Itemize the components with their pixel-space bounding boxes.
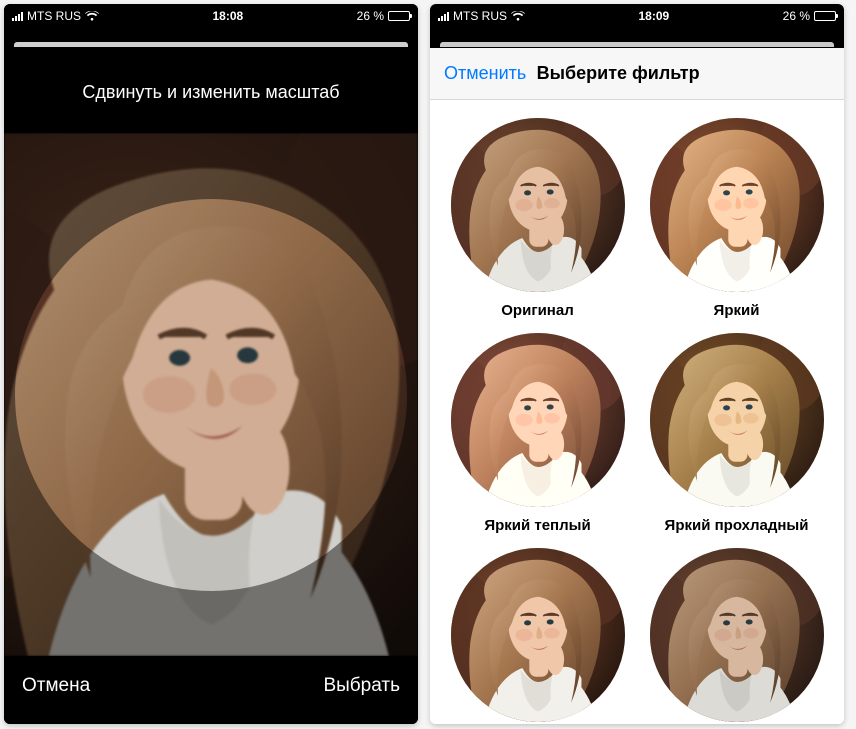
- wifi-icon: [85, 11, 99, 21]
- sheet-grabber[interactable]: [4, 28, 418, 48]
- filter-option[interactable]: Яркий прохладный: [643, 333, 830, 534]
- battery-icon: [814, 11, 836, 21]
- filter-label: Яркий теплый: [444, 517, 631, 534]
- carrier-label: MTS RUS: [453, 9, 507, 23]
- cancel-button[interactable]: Отмена: [22, 675, 90, 697]
- filter-option[interactable]: Оригинал: [444, 118, 631, 319]
- filter-option[interactable]: Яркий теплый: [444, 333, 631, 534]
- crop-viewport[interactable]: [4, 133, 418, 656]
- filter-screen: MTS RUS 18:09 26 % Отменить Выберите фил…: [430, 4, 844, 724]
- crop-toolbar: Отмена Выбрать: [4, 656, 418, 724]
- filter-navbar: Отменить Выберите фильтр: [430, 48, 844, 100]
- filter-option[interactable]: [643, 548, 830, 724]
- filter-thumbnail[interactable]: [451, 548, 625, 722]
- status-bar: MTS RUS 18:08 26 %: [4, 4, 418, 28]
- status-time: 18:09: [638, 9, 669, 23]
- crop-circle-mask: [15, 199, 407, 591]
- filter-option[interactable]: Яркий: [643, 118, 830, 319]
- battery-pct-label: 26 %: [783, 9, 810, 23]
- filter-thumbnail[interactable]: [451, 333, 625, 507]
- filter-thumbnail[interactable]: [650, 118, 824, 292]
- filter-thumbnail[interactable]: [650, 333, 824, 507]
- battery-pct-label: 26 %: [357, 9, 384, 23]
- filter-label: Яркий: [643, 302, 830, 319]
- crop-screen: MTS RUS 18:08 26 % Сдвинуть и изменить м…: [4, 4, 418, 724]
- signal-icon: [438, 11, 449, 21]
- cancel-button[interactable]: Отменить: [444, 63, 526, 84]
- wifi-icon: [511, 11, 525, 21]
- status-bar: MTS RUS 18:09 26 %: [430, 4, 844, 28]
- choose-button[interactable]: Выбрать: [323, 675, 400, 697]
- filter-label: Яркий прохладный: [643, 517, 830, 534]
- crop-title: Сдвинуть и изменить масштаб: [4, 48, 418, 133]
- sheet-grabber[interactable]: [430, 28, 844, 48]
- carrier-label: MTS RUS: [27, 9, 81, 23]
- filter-grid[interactable]: Оригинал Яркий Яркий теплый Яркий прохладны…: [430, 100, 844, 724]
- filter-thumbnail[interactable]: [650, 548, 824, 722]
- signal-icon: [12, 11, 23, 21]
- battery-icon: [388, 11, 410, 21]
- status-time: 18:08: [212, 9, 243, 23]
- filter-option[interactable]: [444, 548, 631, 724]
- filter-label: Оригинал: [444, 302, 631, 319]
- filter-thumbnail[interactable]: [451, 118, 625, 292]
